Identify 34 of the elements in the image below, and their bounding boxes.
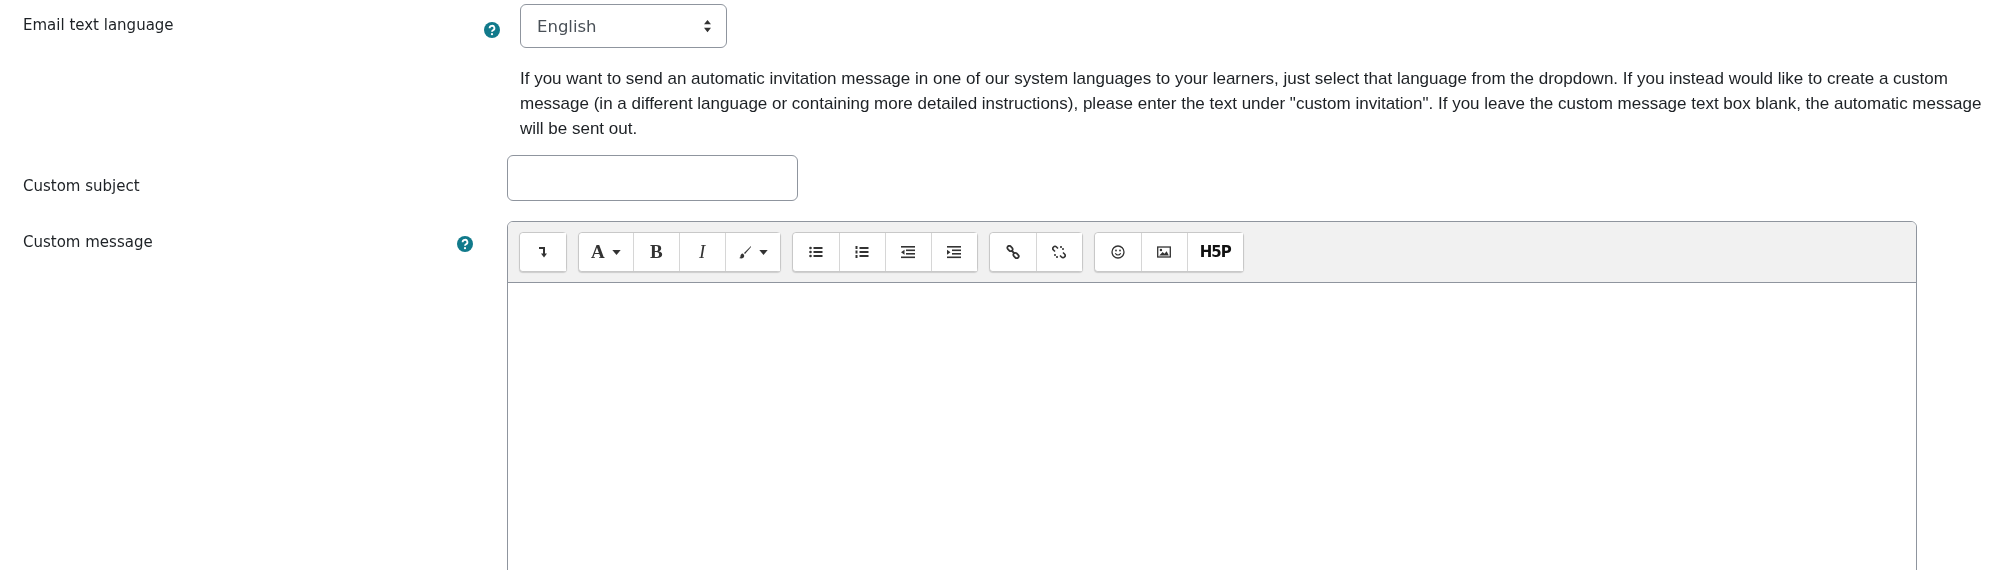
help-text: If you want to send an automatic invitation message in one of our system languages to your learners, just select that language from the dropdown. If you instead would like to create a custom message (in a different language or containing more detailed instructions), please enter the text under "custom invitation". If you leave the custom message text box blank, the automatic message will be sent out. (520, 68, 1982, 140)
color-button[interactable] (724, 233, 780, 271)
bold-button[interactable]: B (632, 233, 679, 271)
unlink-icon (1052, 245, 1067, 259)
outdent-icon (901, 245, 916, 259)
emoji-button[interactable] (1094, 233, 1141, 271)
bullet-list-button[interactable] (792, 233, 839, 271)
help-icon[interactable] (457, 236, 473, 252)
smiley-icon (1110, 245, 1125, 259)
image-icon (1157, 245, 1172, 259)
italic-button[interactable]: I (678, 233, 725, 271)
image-button[interactable] (1140, 233, 1187, 271)
field-label: Custom message (23, 233, 153, 251)
numbered-list-icon (855, 245, 870, 259)
bullet-list-icon (808, 245, 823, 259)
h5p-button[interactable]: H5P (1186, 233, 1243, 271)
sort-icon (703, 19, 712, 33)
unlink-button[interactable] (1035, 233, 1082, 271)
indent-button[interactable] (930, 233, 977, 271)
indent-icon (947, 245, 962, 259)
caret-icon (611, 249, 621, 255)
field-label: Custom subject (23, 177, 140, 195)
numbered-list-button[interactable] (838, 233, 885, 271)
language-select[interactable]: English (520, 4, 727, 48)
brush-icon (737, 245, 752, 259)
caret-icon (758, 249, 768, 255)
help-icon[interactable] (484, 22, 500, 38)
link-button[interactable] (989, 233, 1036, 271)
message-editor[interactable]: A B I H5P (507, 221, 1917, 570)
subject-input[interactable] (507, 155, 798, 201)
outdent-button[interactable] (884, 233, 931, 271)
field-label: Email text language (23, 16, 174, 34)
link-icon (1005, 245, 1020, 259)
font-button[interactable]: A (579, 233, 633, 271)
